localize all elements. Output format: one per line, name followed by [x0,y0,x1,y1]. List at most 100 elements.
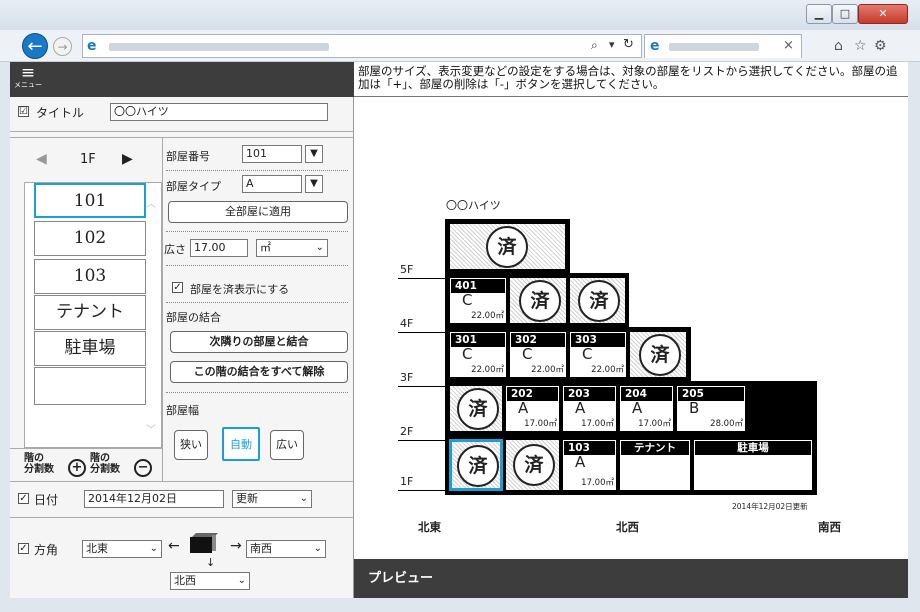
home-icon[interactable]: ⌂ [834,38,843,54]
divider [10,517,354,518]
room-number: テナント [621,441,689,455]
divide-remove-label2: 分割数 [90,464,120,475]
date-input[interactable]: 2014年12月02日 [84,490,224,508]
width-narrow-button[interactable]: 狭い [174,430,208,460]
divider [162,137,163,481]
floor-divide-add-button[interactable]: 階の 分割数 + [24,453,90,477]
refresh-icon[interactable]: ↻ [623,37,634,52]
floor-label-3f: 3F [400,371,414,384]
dropdown-icon[interactable]: ▾ [609,38,615,51]
floor-label-1f: 1F [400,475,414,488]
scroll-up-icon[interactable]: ︿ [146,195,156,210]
room-tenant[interactable]: テナント [619,439,691,491]
room-size: 22.00㎡ [591,365,624,375]
room-parking[interactable]: 駐車場 [693,439,813,491]
merge-clear-button[interactable]: この階の結合をすべて解除 [170,361,348,383]
room-2f-done[interactable]: 済 [449,385,503,432]
room-list-item[interactable]: テナント [34,295,146,330]
merge-next-button[interactable]: 次隣りの部屋と結合 [170,331,348,353]
room-203[interactable]: 203 A 17.00㎡ [562,385,617,432]
building-diagram: 〇〇ハイツ 済 401 C 22.00㎡ 済 済 301 C 22.00㎡ 30… [354,97,908,559]
settings-gear-icon[interactable]: ⚙ [874,38,887,54]
title-checkbox[interactable]: ☑ [18,106,29,117]
apply-all-button[interactable]: 全部屋に適用 [168,201,348,223]
room-4f-done[interactable]: 済 [509,277,567,324]
room-list-item-empty[interactable] [34,367,146,405]
room-205[interactable]: 205 B 28.00㎡ [676,385,746,432]
area-input[interactable]: 17.00 [190,239,248,257]
scroll-down-icon[interactable]: ﹀ [146,421,156,436]
floor-divide-remove-button[interactable]: 階の 分割数 − [90,453,156,477]
direction-center-label: 北西 [616,520,639,534]
area-unit-select[interactable]: ㎡ ⌄ [256,239,328,257]
room-301[interactable]: 301 C 22.00㎡ [449,331,507,378]
room-size: 28.00㎡ [710,419,743,429]
room-type: C [462,291,473,309]
floor-line [398,440,445,441]
room-number-input[interactable]: 101 [242,145,302,163]
room-5f-vacant[interactable]: 済 [449,223,566,270]
browser-tab[interactable]: e × [644,34,802,58]
divide-remove-label1: 階の [90,453,110,464]
room-type-input[interactable]: A [242,175,302,193]
floor-line [398,386,445,387]
room-302[interactable]: 302 C 22.00㎡ [509,331,567,378]
menu-bar: ≡ メニュー [10,62,354,97]
room-list-item[interactable]: 103 [34,259,146,294]
width-wide-button[interactable]: 広い [270,430,304,460]
width-auto-button[interactable]: 自動 [222,427,260,461]
chevron-down-icon: ⌄ [237,575,246,586]
divider [166,392,348,393]
room-number-label: 部屋番号 [166,150,210,163]
window-close-button[interactable]: ✕ [858,4,908,24]
title-input[interactable]: 〇〇ハイツ [110,103,328,121]
direction-right-select[interactable]: 南西 ⌄ [246,540,326,558]
minimize-button[interactable]: ▁ [806,4,832,24]
hamburger-icon: ≡ [20,63,36,83]
divider [166,170,348,171]
room-202[interactable]: 202 A 17.00㎡ [505,385,560,432]
room-type-dropdown-icon[interactable]: ▼ [305,175,323,193]
date-checkbox[interactable]: ✓ [18,493,29,504]
room-list-item[interactable]: 102 [34,221,146,256]
room-103[interactable]: 103 A 17.00㎡ [562,439,617,491]
room-4f-done[interactable]: 済 [569,277,626,324]
menu-button[interactable]: ≡ メニュー [14,65,42,90]
done-stamp-icon: 済 [519,280,561,322]
room-101-selected[interactable]: 済 [449,439,503,491]
direction-left-select[interactable]: 北東 ⌄ [82,540,162,558]
maximize-button[interactable]: □ [832,4,858,24]
room-number: 303 [571,333,625,347]
room-list-item[interactable]: 101 [34,183,146,218]
direction-checkbox[interactable]: ✓ [18,543,29,554]
divider [10,481,354,482]
date-label: 日付 [34,493,59,507]
room-204[interactable]: 204 A 17.00㎡ [619,385,674,432]
room-number-dropdown-icon[interactable]: ▼ [305,145,323,163]
room-number: 301 [451,333,505,347]
room-list-item[interactable]: 駐車場 [34,331,146,366]
floor-label-4f: 4F [400,317,414,330]
address-bar[interactable]: e ⌕ ▾ ↻ [82,34,642,58]
forward-arrow-icon[interactable]: → [53,37,72,56]
back-arrow-icon[interactable]: ← [22,33,48,59]
room-3f-done[interactable]: 済 [629,331,687,378]
room-303[interactable]: 303 C 22.00㎡ [569,331,627,378]
favorites-star-icon[interactable]: ☆ [854,38,867,54]
tab-close-icon[interactable]: × [783,38,794,53]
date-update-select[interactable]: 更新 ⌄ [232,490,312,508]
divider [10,448,162,449]
direction-left-value: 北東 [86,542,108,555]
room-type: A [575,453,586,471]
direction-left-label: 北東 [418,520,441,534]
next-floor-button[interactable]: ▶ [122,151,133,167]
search-icon[interactable]: ⌕ [591,38,598,53]
done-stamp-icon: 済 [639,334,681,376]
room-401[interactable]: 401 C 22.00㎡ [449,277,507,324]
room-102-done[interactable]: 済 [505,439,560,491]
prev-floor-button[interactable]: ◀ [36,151,47,167]
floor-label: 1F [80,152,96,167]
done-checkbox[interactable]: ✓ [172,282,183,293]
room-type: A [518,399,529,417]
direction-bottom-select[interactable]: 北西 ⌄ [170,572,250,590]
